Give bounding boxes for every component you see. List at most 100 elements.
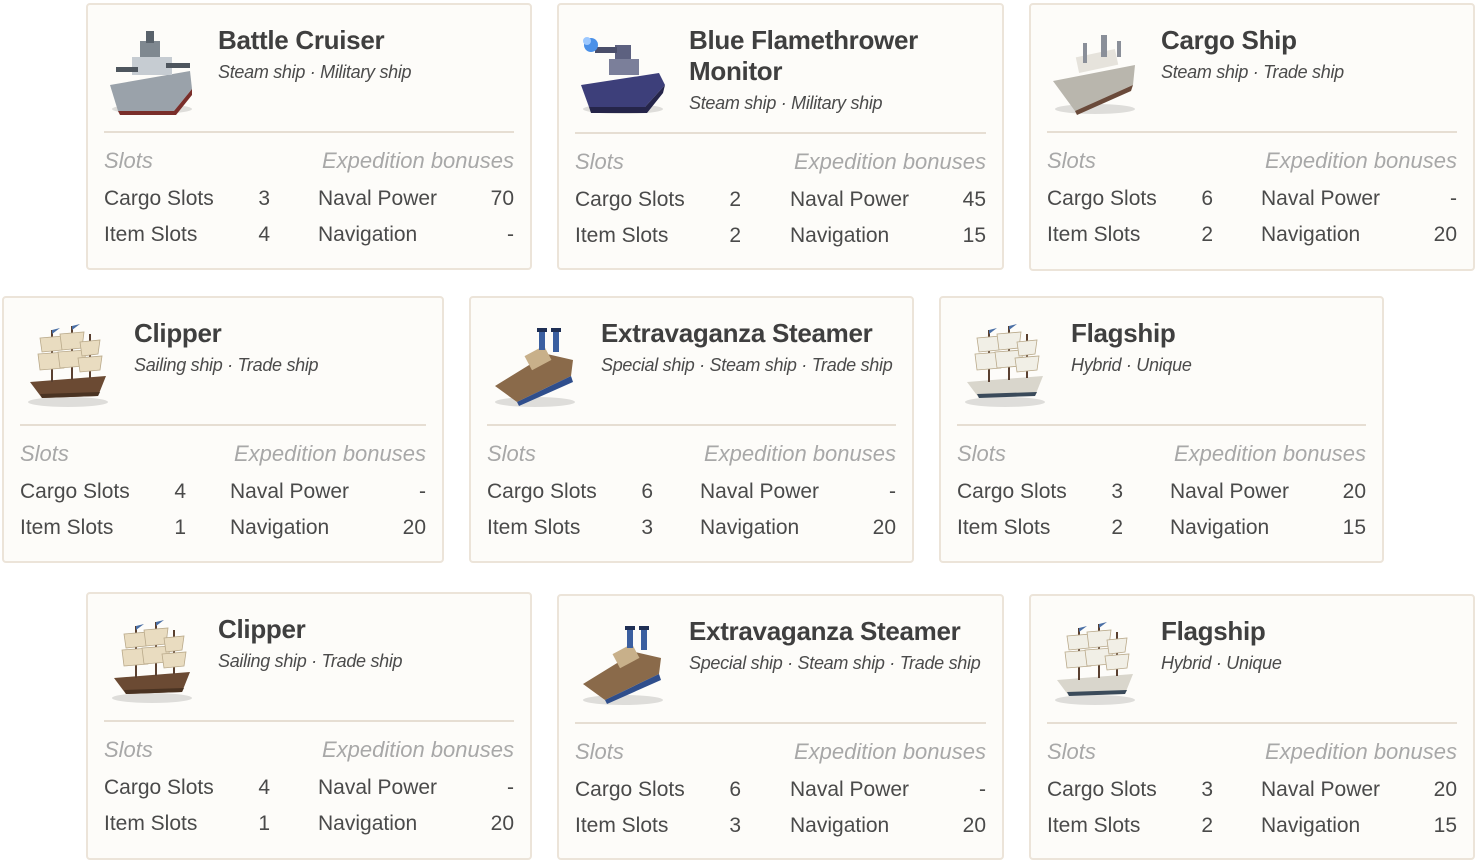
- ship-card-3[interactable]: Clipper Sailing ship · Trade ship Slots …: [2, 296, 444, 563]
- ship-card-7[interactable]: Extravaganza Steamer Special ship · Stea…: [557, 594, 1004, 860]
- ship-type: Steam ship · Trade ship: [1161, 62, 1344, 82]
- navigation-value: 20: [402, 516, 426, 539]
- navigation-label: Navigation: [700, 516, 800, 539]
- flamethrower-monitor-icon: [575, 23, 671, 119]
- item-slots-row: Item Slots 1: [104, 806, 270, 842]
- navigation-label: Navigation: [1170, 516, 1270, 539]
- item-slots-row: Item Slots 2: [1047, 808, 1213, 844]
- item-slots-label: Item Slots: [575, 224, 669, 247]
- divider: [575, 132, 986, 134]
- ship-name: Blue Flamethrower Monitor: [689, 25, 918, 86]
- cargo-slots-row: Cargo Slots 6: [575, 772, 741, 808]
- navigation-value: 20: [962, 814, 986, 837]
- cargo-slots-value: 6: [729, 778, 741, 801]
- ship-titles: Flagship Hybrid · Unique: [1071, 318, 1366, 376]
- navigation-value: 15: [962, 224, 986, 247]
- navigation-label: Navigation: [318, 223, 418, 246]
- cargo-slots-value: 4: [258, 776, 270, 799]
- divider: [20, 424, 426, 426]
- navigation-row: Navigation 15: [790, 218, 986, 254]
- slots-heading: Slots: [1047, 148, 1096, 173]
- expedition-bonuses-column: Expedition bonuses Naval Power - Navigat…: [700, 440, 896, 546]
- naval-power-row: Naval Power -: [1261, 181, 1457, 217]
- item-slots-row: Item Slots 1: [20, 510, 186, 546]
- ship-name: Extravaganza Steamer: [601, 318, 873, 348]
- slots-column: Slots Cargo Slots 3 Item Slots 4: [104, 147, 270, 253]
- naval-power-row: Naval Power 45: [790, 182, 986, 218]
- extravaganza-steamer-icon: [575, 614, 671, 710]
- ship-card-header: Flagship Hybrid · Unique: [1047, 610, 1457, 722]
- naval-power-row: Naval Power -: [700, 474, 896, 510]
- navigation-label: Navigation: [230, 516, 330, 539]
- expedition-bonuses-column: Expedition bonuses Naval Power - Navigat…: [318, 736, 514, 842]
- cargo-slots-row: Cargo Slots 3: [957, 474, 1123, 510]
- navigation-value: -: [507, 223, 514, 246]
- slots-heading: Slots: [104, 148, 153, 173]
- naval-power-row: Naval Power -: [230, 474, 426, 510]
- navigation-row: Navigation 20: [700, 510, 896, 546]
- item-slots-value: 1: [258, 812, 270, 835]
- ship-card-6[interactable]: Clipper Sailing ship · Trade ship Slots …: [86, 592, 532, 860]
- cargo-slots-label: Cargo Slots: [575, 188, 685, 211]
- divider: [104, 720, 514, 722]
- item-slots-value: 1: [174, 516, 186, 539]
- cargo-slots-row: Cargo Slots 4: [104, 770, 270, 806]
- expedition-bonuses-heading: Expedition bonuses: [703, 441, 896, 466]
- ship-type: Sailing ship · Trade ship: [218, 651, 403, 671]
- naval-power-value: -: [979, 778, 986, 801]
- slots-heading: Slots: [957, 441, 1006, 466]
- flagship-icon: [957, 316, 1053, 412]
- expedition-bonuses-heading: Expedition bonuses: [793, 739, 986, 764]
- ship-name: Battle Cruiser: [218, 25, 385, 55]
- cargo-slots-label: Cargo Slots: [957, 480, 1067, 503]
- naval-power-label: Naval Power: [700, 480, 820, 503]
- navigation-label: Navigation: [318, 812, 418, 835]
- item-slots-value: 2: [729, 224, 741, 247]
- expedition-bonuses-column: Expedition bonuses Naval Power - Navigat…: [230, 440, 426, 546]
- ship-type: Hybrid · Unique: [1161, 653, 1282, 673]
- ship-titles: Battle Cruiser Steam ship · Military shi…: [218, 25, 514, 83]
- item-slots-row: Item Slots 3: [487, 510, 653, 546]
- ship-type: Steam ship · Military ship: [218, 62, 412, 82]
- naval-power-row: Naval Power 20: [1261, 772, 1457, 808]
- ship-card-header: Clipper Sailing ship · Trade ship: [20, 312, 426, 424]
- naval-power-value: -: [507, 776, 514, 799]
- item-slots-row: Item Slots 2: [957, 510, 1123, 546]
- cargo-slots-row: Cargo Slots 3: [1047, 772, 1213, 808]
- ship-card-8[interactable]: Flagship Hybrid · Unique Slots Cargo Slo…: [1029, 594, 1475, 860]
- slots-column: Slots Cargo Slots 6 Item Slots 2: [1047, 147, 1213, 253]
- ship-card-1[interactable]: Blue Flamethrower Monitor Steam ship · M…: [557, 3, 1004, 270]
- cargo-slots-label: Cargo Slots: [20, 480, 130, 503]
- item-slots-row: Item Slots 2: [1047, 217, 1213, 253]
- naval-power-value: -: [419, 480, 426, 503]
- navigation-row: Navigation -: [318, 217, 514, 253]
- item-slots-row: Item Slots 2: [575, 218, 741, 254]
- cargo-slots-row: Cargo Slots 3: [104, 181, 270, 217]
- divider: [104, 131, 514, 133]
- ship-type: Steam ship · Military ship: [689, 93, 883, 113]
- naval-power-row: Naval Power 70: [318, 181, 514, 217]
- ship-card-2[interactable]: Cargo Ship Steam ship · Trade ship Slots…: [1029, 3, 1475, 271]
- extravaganza-steamer-icon: [487, 316, 583, 412]
- cargo-slots-value: 3: [258, 187, 270, 210]
- ship-card-5[interactable]: Flagship Hybrid · Unique Slots Cargo Slo…: [939, 296, 1384, 563]
- ship-name: Extravaganza Steamer: [689, 616, 961, 646]
- ship-card-header: Blue Flamethrower Monitor Steam ship · M…: [575, 19, 986, 131]
- navigation-row: Navigation 15: [1261, 808, 1457, 844]
- item-slots-row: Item Slots 3: [575, 808, 741, 844]
- divider: [487, 424, 896, 426]
- slots-column: Slots Cargo Slots 3 Item Slots 2: [1047, 738, 1213, 844]
- navigation-row: Navigation 20: [230, 510, 426, 546]
- cargo-slots-value: 6: [1201, 187, 1213, 210]
- slots-heading: Slots: [487, 441, 536, 466]
- ship-card-0[interactable]: Battle Cruiser Steam ship · Military shi…: [86, 3, 532, 270]
- flagship-icon: [1047, 614, 1143, 710]
- slots-heading: Slots: [104, 737, 153, 762]
- ship-card-4[interactable]: Extravaganza Steamer Special ship · Stea…: [469, 296, 914, 563]
- naval-power-row: Naval Power 20: [1170, 474, 1366, 510]
- item-slots-value: 3: [729, 814, 741, 837]
- battle-cruiser-icon: [104, 23, 200, 119]
- ship-type: Special ship · Steam ship · Trade ship: [689, 653, 981, 673]
- naval-power-row: Naval Power -: [790, 772, 986, 808]
- ship-card-header: Cargo Ship Steam ship · Trade ship: [1047, 19, 1457, 131]
